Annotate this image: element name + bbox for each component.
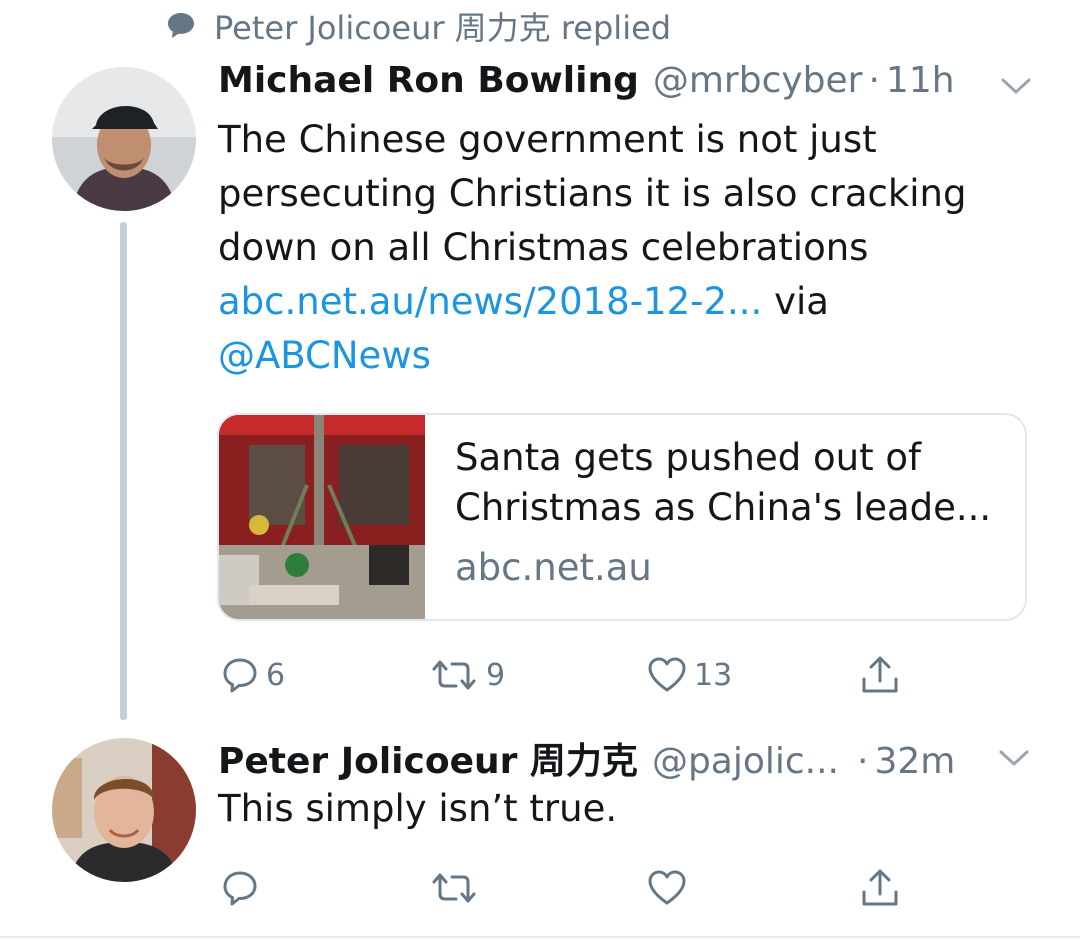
tweet-text: The Chinese government is not just perse… — [218, 113, 1038, 383]
card-title: Santa gets pushed out of Christmas as Ch… — [455, 433, 1015, 533]
heart-icon — [648, 657, 686, 692]
reply-icon — [223, 658, 257, 693]
retweet-button[interactable]: 9 — [428, 655, 505, 695]
tweet-text: This simply isn’t true. — [218, 787, 618, 830]
retweet-icon — [432, 660, 476, 690]
card-title-line: Christmas as China's leade... — [455, 486, 992, 529]
heart-icon — [648, 870, 686, 905]
separator-dot: · — [857, 741, 869, 782]
tweet-text-line: persecuting Christians it is also cracki… — [218, 172, 967, 215]
thread-line — [120, 222, 127, 720]
article-thumbnail — [219, 415, 425, 619]
tweet-header: Michael Ron Bowling @mrbcyber · 11h — [218, 60, 955, 101]
chevron-down-icon[interactable] — [998, 748, 1030, 768]
retweet-button[interactable] — [428, 868, 480, 908]
author-name[interactable]: Peter Jolicoeur 周力克 — [218, 732, 638, 784]
card-title-line: Santa gets pushed out of — [455, 436, 922, 479]
retweet-icon — [432, 873, 476, 903]
mention-line: @ABCNews — [218, 329, 1038, 383]
share-icon — [862, 656, 898, 693]
like-button[interactable] — [646, 868, 688, 908]
share-button[interactable] — [858, 653, 902, 697]
reply-icon — [223, 871, 257, 906]
article-link[interactable]: abc.net.au/news/2018-12-2... — [218, 280, 762, 323]
timestamp[interactable]: 32m — [874, 741, 955, 782]
author-name[interactable]: Michael Ron Bowling — [218, 60, 639, 101]
avatar[interactable] — [52, 67, 196, 211]
share-button[interactable] — [858, 866, 902, 910]
share-icon — [862, 869, 898, 906]
reply-context-text: Peter Jolicoeur 周力克 replied — [214, 9, 672, 47]
timestamp[interactable]: 11h — [886, 60, 955, 101]
like-count: 13 — [694, 657, 733, 693]
separator-dot: · — [868, 60, 880, 101]
divider — [0, 936, 1080, 938]
avatar[interactable] — [52, 738, 196, 882]
retweet-count: 9 — [486, 657, 506, 693]
tweet-header: Peter Jolicoeur 周力克 @pajolic... · 32m — [218, 732, 955, 784]
reply-count: 6 — [266, 657, 286, 693]
speech-bubble-icon — [168, 13, 194, 38]
like-button[interactable]: 13 — [646, 655, 732, 695]
via-text: via — [774, 280, 829, 323]
link-preview-card[interactable]: Santa gets pushed out of Christmas as Ch… — [217, 413, 1027, 621]
reply-button[interactable]: 6 — [220, 655, 285, 695]
chevron-down-icon[interactable] — [1000, 76, 1032, 96]
card-domain: abc.net.au — [455, 546, 652, 589]
reply-context: Peter Jolicoeur 周力克 replied — [164, 6, 672, 47]
mention-link[interactable]: @ABCNews — [218, 334, 431, 377]
tweet-text-line: The Chinese government is not just — [218, 118, 877, 161]
reply-button[interactable] — [220, 868, 260, 908]
author-handle[interactable]: @mrbcyber — [653, 60, 863, 101]
tweet-link-line: abc.net.au/news/2018-12-2... via — [218, 275, 1038, 329]
author-handle[interactable]: @pajolic... — [652, 741, 839, 782]
tweet-text-line: down on all Christmas celebrations — [218, 226, 869, 269]
